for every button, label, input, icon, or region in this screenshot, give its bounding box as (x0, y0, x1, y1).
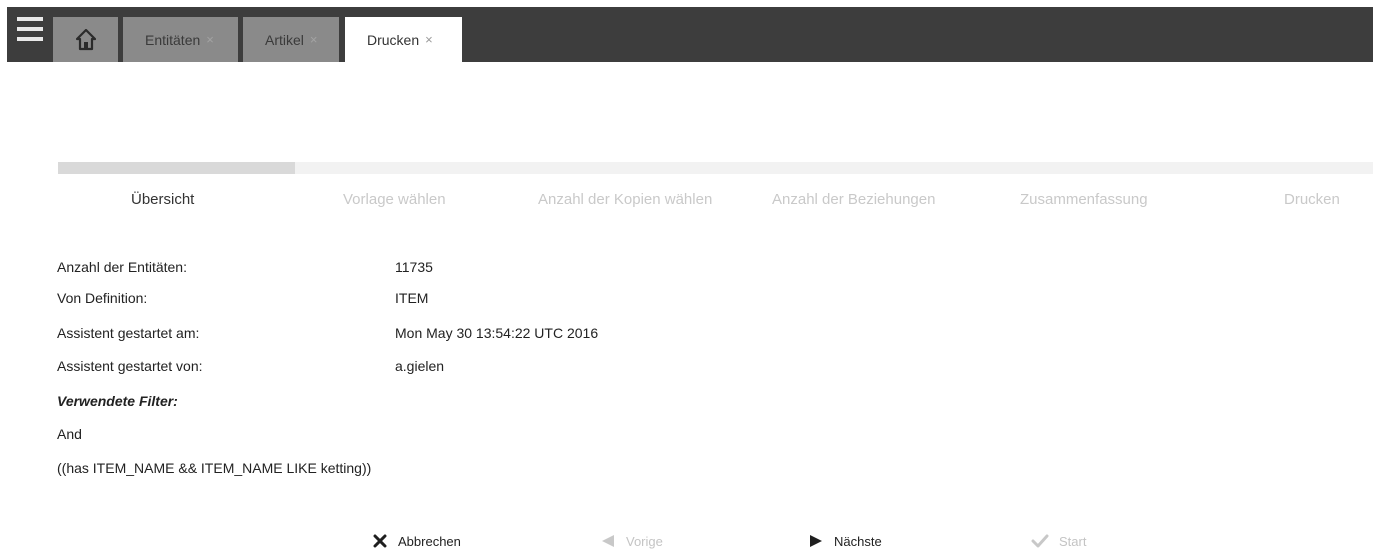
top-bar: Entitäten × Artikel × Drucken × (7, 7, 1373, 62)
tab-drucken[interactable]: Drucken × (345, 17, 462, 62)
tab-label: Artikel (265, 31, 304, 48)
tab-entitaeten[interactable]: Entitäten × (123, 17, 238, 62)
step-anzahl-beziehungen: Anzahl der Beziehungen (772, 191, 936, 208)
checkmark-icon (1031, 534, 1049, 548)
cancel-button[interactable]: Abbrechen (372, 529, 461, 553)
previous-button[interactable]: Vorige (600, 529, 663, 553)
next-button[interactable]: Nächste (808, 529, 882, 553)
step-uebersicht: Übersicht (131, 191, 195, 208)
entity-count-value: 11735 (395, 259, 433, 275)
tab-label: Entitäten (145, 31, 201, 48)
step-zusammenfassung: Zusammenfassung (1020, 191, 1148, 208)
filter-heading: Verwendete Filter: (57, 393, 178, 409)
start-button[interactable]: Start (1031, 529, 1086, 553)
started-at-value: Mon May 30 13:54:22 UTC 2016 (395, 325, 599, 341)
close-icon (373, 534, 387, 548)
wizard-progress-fill (58, 162, 295, 174)
cancel-button-label: Abbrechen (398, 533, 461, 549)
arrow-right-icon (810, 535, 822, 547)
definition-value: ITEM (395, 290, 429, 306)
next-button-label: Nächste (834, 533, 882, 549)
filter-operator: And (57, 426, 82, 442)
started-at-label: Assistent gestartet am: (57, 325, 200, 341)
definition-label: Von Definition: (57, 290, 148, 306)
tab-label: Drucken (367, 31, 420, 48)
started-by-value: a.gielen (395, 358, 445, 374)
arrow-left-icon (602, 535, 614, 547)
step-anzahl-kopien: Anzahl der Kopien wählen (538, 191, 713, 208)
entity-count-label: Anzahl der Entitäten: (57, 259, 187, 275)
started-by-label: Assistent gestartet von: (57, 358, 203, 374)
start-button-label: Start (1059, 533, 1087, 549)
step-drucken: Drucken (1284, 191, 1340, 208)
tab-artikel[interactable]: Artikel × (243, 17, 339, 62)
step-vorlage-waehlen: Vorlage wählen (343, 191, 446, 208)
home-icon (75, 28, 96, 50)
tab-home[interactable] (53, 17, 118, 62)
wizard-progress-bar (58, 162, 1373, 174)
filter-expression: ((has ITEM_NAME && ITEM_NAME LIKE kettin… (57, 460, 372, 476)
tab-close-icon[interactable]: × (310, 32, 318, 47)
tab-close-icon[interactable]: × (206, 32, 214, 47)
previous-button-label: Vorige (626, 533, 663, 549)
tab-close-icon[interactable]: × (425, 32, 433, 47)
hamburger-menu-icon[interactable] (17, 17, 43, 41)
